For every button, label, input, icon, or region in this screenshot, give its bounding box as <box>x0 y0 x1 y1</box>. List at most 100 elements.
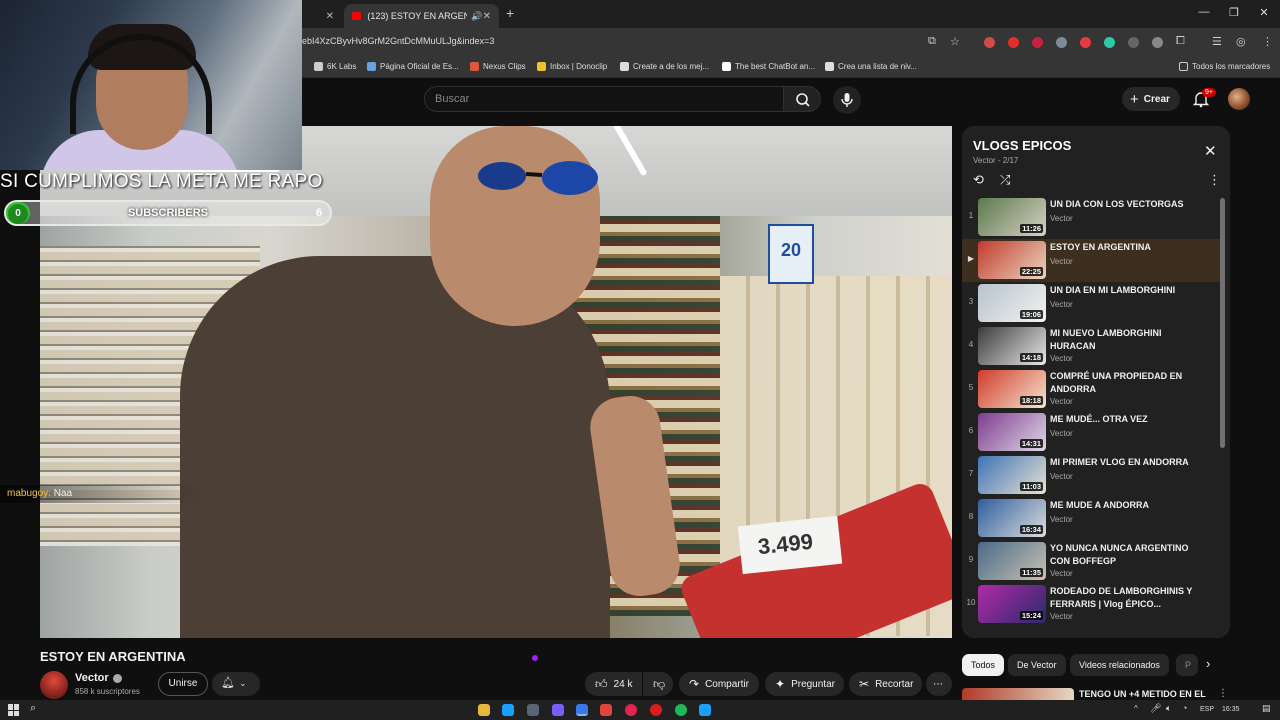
bookmark-item[interactable]: 6K Labs <box>314 62 356 71</box>
all-bookmarks-folder[interactable]: Todos los marcadores <box>1179 62 1270 71</box>
search-input[interactable]: Buscar <box>424 86 784 112</box>
playlist-item-thumbnail: 22:25 <box>978 241 1046 279</box>
extension-icon[interactable] <box>1032 37 1043 48</box>
playlist-item[interactable]: ▶ 22:25 ESTOY EN ARGENTINA Vector <box>962 239 1220 282</box>
notifications-tray-icon[interactable]: ▤ <box>1262 703 1271 714</box>
bookmark-item[interactable]: Crea una lista de niv... <box>825 62 917 71</box>
speaker-tray-icon[interactable]: 🔈︎ <box>1166 703 1171 714</box>
chrome-icon[interactable] <box>576 704 588 716</box>
extension-icon[interactable] <box>1104 37 1115 48</box>
bookmark-item[interactable]: Nexus Clips <box>470 62 526 71</box>
chip-more[interactable]: P <box>1176 654 1198 676</box>
extension-icon[interactable] <box>1056 37 1067 48</box>
steam-icon[interactable] <box>699 704 711 716</box>
language-indicator[interactable]: ESP <box>1200 706 1214 713</box>
bookmark-item[interactable]: Create a de los mej... <box>620 62 709 71</box>
recommended-video[interactable]: TENGO UN +4 METIDO EN EL <box>962 688 1230 700</box>
tray-chevron-icon[interactable]: ^ <box>1134 704 1138 713</box>
browser-menu-icon[interactable]: ⋮ <box>1262 35 1273 48</box>
minimize-icon[interactable]: — <box>1194 6 1214 18</box>
chip-all[interactable]: Todos <box>962 654 1005 676</box>
browser-tab-inactive[interactable]: ✕ <box>296 4 342 28</box>
extension-icon[interactable] <box>1152 37 1163 48</box>
app-icon[interactable] <box>527 704 539 716</box>
reading-list-icon[interactable]: ☰ <box>1212 35 1222 48</box>
windows-start-icon[interactable] <box>8 704 20 716</box>
taskbar-search-icon[interactable]: ⌕ <box>30 702 36 715</box>
join-button[interactable]: Unirse <box>158 672 208 696</box>
extension-icon[interactable] <box>1080 37 1091 48</box>
bookmark-star-icon[interactable]: ☆ <box>950 35 960 48</box>
close-playlist-icon[interactable]: ✕ <box>1204 142 1217 160</box>
playlist-item[interactable]: 8 16:34 ME MUDE A ANDORRA Vector <box>962 497 1220 540</box>
playlist-item[interactable]: 9 11:35 YO NUNCA NUNCA ARGENTINO CON BOFFE… <box>962 540 1220 583</box>
file-explorer-icon[interactable] <box>478 704 490 716</box>
video-duration: 14:31 <box>1019 439 1043 448</box>
browser-tab-active[interactable]: (123) ESTOY EN ARGENTIN 🔊 ✕ <box>344 4 499 28</box>
steam-icon[interactable] <box>502 704 514 716</box>
playlist-item-channel: Vector <box>1050 472 1073 481</box>
search-button[interactable] <box>783 86 821 112</box>
more-vertical-icon[interactable]: ⋮ <box>1218 688 1228 699</box>
extensions-puzzle-icon[interactable]: ⧠ <box>1176 35 1185 48</box>
subscription-bell-button[interactable]: 🔔︎ ⌄ <box>212 672 260 696</box>
playlist-subtitle: Vector - 2/17 <box>973 156 1019 165</box>
subscriber-goal-label: SUBSCRIBERS <box>127 207 209 219</box>
microphone-tray-icon[interactable]: 🎤︎ <box>1150 703 1161 714</box>
install-app-icon[interactable]: ⧉ <box>928 35 936 48</box>
playlist-title[interactable]: VLOGS EPICOS <box>973 138 1071 153</box>
loop-playlist-icon[interactable]: ⟲ <box>973 172 984 188</box>
playlist-item-thumbnail: 15:24 <box>978 585 1046 623</box>
clip-button[interactable]: ✂ Recortar <box>849 672 922 696</box>
voice-search-button[interactable] <box>833 86 861 114</box>
channel-name[interactable]: Vector <box>75 672 122 684</box>
playlist-item[interactable]: 4 14:18 MI NUEVO LAMBORGHINI HURACAN Vector <box>962 325 1220 368</box>
profile-icon[interactable]: ◎ <box>1236 35 1246 48</box>
chip-from-channel[interactable]: De Vector <box>1008 654 1066 676</box>
playlist-menu-icon[interactable]: ⋮ <box>1208 172 1221 188</box>
network-tray-icon[interactable]: ◔ <box>1182 703 1187 713</box>
playlist-item[interactable]: 10 15:24 RODEADO DE LAMBORGHINIS Y FERRARI… <box>962 583 1220 626</box>
chevron-right-icon[interactable]: › <box>1206 656 1210 671</box>
playlist-item[interactable]: 3 19:06 UN DIA EN MI LAMBORGHINI Vector <box>962 282 1220 325</box>
clock[interactable]: 16:35 <box>1222 706 1240 713</box>
extension-icon[interactable] <box>1128 37 1139 48</box>
shuffle-icon[interactable]: ⤮ <box>1000 172 1010 188</box>
playlist-scrollbar[interactable] <box>1220 198 1225 448</box>
chip-related[interactable]: Videos relacionados <box>1070 654 1169 676</box>
account-avatar[interactable] <box>1228 88 1250 110</box>
create-button[interactable]: + Crear <box>1122 87 1180 111</box>
playlist-item-thumbnail: 11:26 <box>978 198 1046 236</box>
bookmark-item[interactable]: Página Oficial de Es... <box>367 62 459 71</box>
app-icon[interactable] <box>600 704 612 716</box>
maximize-icon[interactable]: ❐ <box>1224 6 1244 19</box>
app-icon[interactable] <box>552 704 564 716</box>
bookmark-item[interactable]: The best ChatBot an... <box>722 62 815 71</box>
extension-icon[interactable] <box>1008 37 1019 48</box>
app-icon[interactable] <box>650 704 662 716</box>
app-icon[interactable] <box>625 704 637 716</box>
share-button[interactable]: ↷ Compartir <box>679 672 759 696</box>
url-field[interactable]: ebI4XzCByvHv8GrM2GntDcMMuULJg&index=3 <box>302 36 494 46</box>
playlist-item-thumbnail: 19:06 <box>978 284 1046 322</box>
like-button[interactable]: 👍︎ 24 k <box>585 672 642 696</box>
video-duration: 11:03 <box>1020 482 1043 491</box>
dislike-button[interactable]: 👎︎ <box>643 672 673 696</box>
playlist-item[interactable]: 5 18:18 COMPRÉ UNA PROPIEDAD EN ANDORRA Vec… <box>962 368 1220 411</box>
close-tab-icon[interactable]: ✕ <box>483 11 491 22</box>
close-tab-icon[interactable]: ✕ <box>326 11 334 22</box>
ask-button[interactable]: ✦ Preguntar <box>765 672 844 696</box>
playlist-item[interactable]: 6 14:31 ME MUDÉ... OTRA VEZ Vector <box>962 411 1220 454</box>
more-actions-button[interactable]: ⋯ <box>926 672 952 696</box>
playlist-item[interactable]: 7 11:03 MI PRIMER VLOG EN ANDORRA Vector <box>962 454 1220 497</box>
extension-icon[interactable] <box>984 37 995 48</box>
playlist-item[interactable]: 1 11:26 UN DIA CON LOS VECTORGAS Vector <box>962 196 1220 239</box>
audio-playing-icon[interactable]: 🔊 <box>471 11 482 22</box>
close-window-icon[interactable]: ✕ <box>1254 6 1274 19</box>
bookmark-item[interactable]: Inbox | Donoclip <box>537 62 607 71</box>
bookmark-favicon-icon <box>537 62 546 71</box>
channel-avatar[interactable] <box>40 671 68 699</box>
spotify-icon[interactable] <box>675 704 687 716</box>
playlist-item-title: RODEADO DE LAMBORGHINIS Y FERRARIS | Vlo… <box>1050 586 1193 609</box>
new-tab-button[interactable]: + <box>506 5 514 21</box>
